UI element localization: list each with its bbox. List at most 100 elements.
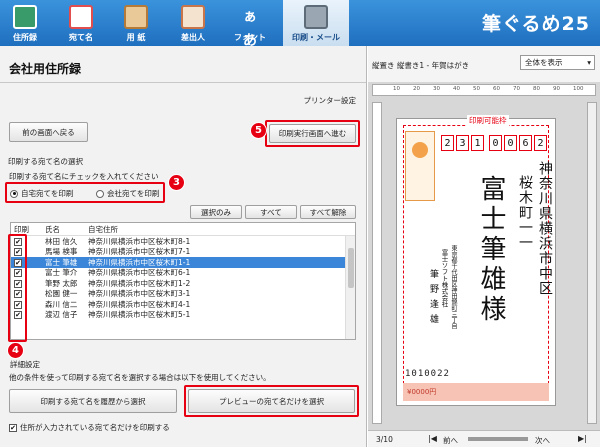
- ruler-mark: 100: [573, 86, 584, 92]
- toolbar-label: 差出人: [181, 33, 205, 42]
- zoom-value: 全体を表示: [525, 58, 563, 67]
- only-with-address-checkbox[interactable]: ✔ 住所が入力されている宛て名だけを印刷する: [9, 422, 170, 433]
- sender-name: 筆野逢雄: [428, 269, 438, 329]
- printable-area-label: 印刷可能枠: [467, 115, 509, 126]
- preview-pager: 3/10 |◀ 前へ 次へ ▶|: [368, 430, 600, 447]
- zip-digit: 1: [471, 135, 484, 151]
- radio-company-address[interactable]: 会社宛てを印刷: [96, 188, 159, 199]
- sender-address: 東京都千代田区神田錦町三丁目: [450, 245, 457, 329]
- radio-label: 自宅宛てを印刷: [21, 189, 74, 198]
- toolbar-recipient[interactable]: 宛て名: [58, 0, 104, 46]
- step-badge-4: 4: [7, 342, 24, 359]
- highlight-frame: [8, 234, 27, 342]
- address-list: 印刷 氏名 自宅住所 ✔ 林田 信久 神奈川県横浜市中区桜木町8-1 ✔ 馬場 検事神…: [10, 222, 356, 340]
- sender-card-icon: [181, 5, 205, 29]
- paper-layout-label: 縦置き 縦書き1 - 年賀はがき: [372, 61, 470, 70]
- table-row[interactable]: ✔ 筆野 太郎 神奈川県横浜市中区桜木町1-2: [11, 278, 355, 289]
- ruler-mark: 40: [453, 86, 460, 92]
- table-row[interactable]: ✔ 林田 信久 神奈川県横浜市中区桜木町8-1: [11, 236, 355, 247]
- row-name: 渡辺 信子: [45, 310, 78, 320]
- font-icon: ぁあ: [243, 9, 257, 49]
- checkbox-label: 住所が入力されている宛て名だけを印刷する: [20, 423, 170, 432]
- column-header-print[interactable]: 印刷: [11, 224, 45, 235]
- radio-label: 会社宛てを印刷: [107, 189, 160, 198]
- kagami-mochi-icon: [412, 142, 428, 158]
- divider: [0, 82, 366, 83]
- row-address: 神奈川県横浜市中区桜木町8-1: [88, 236, 191, 246]
- toolbar-sender[interactable]: 差出人: [170, 0, 216, 46]
- radio-empty-icon: [96, 189, 104, 198]
- paper-icon: [124, 5, 148, 29]
- step-badge-3: 3: [168, 174, 185, 191]
- radio-home-address[interactable]: 自宅宛てを印刷: [10, 188, 73, 199]
- ruler-mark: 10: [393, 86, 400, 92]
- toolbar-font[interactable]: ぁあ フォント: [227, 0, 273, 49]
- ruler-mark: 30: [433, 86, 440, 92]
- sender-zip: 1010022: [405, 369, 450, 379]
- printer-settings-link[interactable]: プリンター設定: [304, 95, 357, 106]
- recipient-address-line1: 神奈川県横浜市中区: [537, 161, 553, 296]
- zip-digit: 0: [489, 135, 502, 151]
- select-preview-address-button[interactable]: プレビューの宛て名だけを選択: [188, 389, 355, 413]
- table-row[interactable]: ✔ 馬場 検事 神奈川県横浜市中区桜木町7-1: [11, 247, 355, 258]
- section-label: 印刷する宛て名の選択: [8, 157, 83, 166]
- recipient-zip: 2 3 1 0 0 6 2: [441, 135, 547, 151]
- select-only-button[interactable]: 選択のみ: [190, 205, 242, 219]
- scrollbar-thumb[interactable]: [348, 248, 354, 288]
- table-row[interactable]: ✔ 松園 健一 神奈川県横浜市中区桜木町3-1: [11, 289, 355, 300]
- zip-digit: 2: [534, 135, 547, 151]
- row-address: 神奈川県横浜市中区桜木町5-1: [88, 310, 191, 320]
- recipient-address-line2: 桜木町一一: [517, 175, 533, 250]
- prev-page-button[interactable]: 前へ: [443, 435, 458, 446]
- ruler-mark: 20: [413, 86, 420, 92]
- column-header-address[interactable]: 自宅住所: [88, 224, 355, 235]
- printer-icon: [304, 5, 328, 29]
- select-all-button[interactable]: すべて: [245, 205, 297, 219]
- row-address: 神奈川県横浜市中区桜木町1-2: [88, 278, 191, 288]
- list-header: 印刷 氏名 自宅住所: [11, 223, 355, 236]
- table-row-selected[interactable]: ✔ 富士 筆雄 神奈川県横浜市中区桜木町1-1: [11, 257, 355, 268]
- new-year-stamp-illustration: [405, 131, 435, 201]
- main-toolbar: 住所録 宛て名 用 紙 差出人 ぁあ フォント 印刷・メール 筆ぐるめ25: [0, 0, 600, 49]
- select-from-history-button[interactable]: 印刷する宛て名を履歴から選択: [9, 389, 177, 413]
- lottery-band: ¥0000円: [403, 383, 549, 401]
- row-address: 神奈川県横浜市中区桜木町3-1: [88, 289, 191, 299]
- table-row[interactable]: ✔ 渡辺 信子 神奈川県横浜市中区桜木町5-1: [11, 310, 355, 321]
- address-book-icon: [13, 5, 37, 29]
- row-address: 神奈川県横浜市中区桜木町6-1: [88, 268, 191, 278]
- clear-all-button[interactable]: すべて解除: [300, 205, 356, 219]
- zip-digit: 6: [519, 135, 532, 151]
- zip-digit: 3: [456, 135, 469, 151]
- last-page-icon[interactable]: ▶|: [578, 434, 587, 443]
- zoom-select[interactable]: 全体を表示 ▾: [520, 55, 595, 70]
- recipient-name: 富士筆雄様: [476, 175, 506, 325]
- page-slider[interactable]: [468, 437, 528, 441]
- row-name: 松園 健一: [45, 289, 78, 299]
- proceed-print-button[interactable]: 印刷実行画面へ進む: [269, 124, 356, 143]
- detail-settings-label: 詳細設定: [10, 360, 40, 369]
- row-address: 神奈川県横浜市中区桜木町4-1: [88, 299, 191, 309]
- row-name: 富士 筆雄: [45, 257, 78, 267]
- row-name: 富士 筆介: [45, 268, 78, 278]
- preview-scrollbar[interactable]: [587, 102, 597, 424]
- chevron-down-icon: ▾: [587, 58, 591, 67]
- ruler-mark: 80: [533, 86, 540, 92]
- column-header-name[interactable]: 氏名: [45, 224, 88, 235]
- toolbar-label: 住所録: [13, 33, 37, 42]
- toolbar-label: 宛て名: [69, 33, 93, 42]
- list-scrollbar[interactable]: [345, 236, 355, 339]
- sender-company: 富士ソフト株式会社: [440, 249, 448, 308]
- page-title: 会社用住所録: [9, 62, 82, 76]
- next-page-button[interactable]: 次へ: [535, 435, 550, 446]
- detail-hint: 他の条件を使って印刷する宛て名を選択する場合は以下を使用してください。: [9, 373, 271, 382]
- first-page-icon[interactable]: |◀: [428, 434, 437, 443]
- toolbar-address-book[interactable]: 住所録: [2, 0, 48, 46]
- toolbar-print-mail[interactable]: 印刷・メール: [283, 0, 349, 46]
- row-name: 森川 信二: [45, 299, 78, 309]
- horizontal-ruler: 10 20 30 40 50 60 70 80 90 100: [372, 84, 596, 96]
- toolbar-paper[interactable]: 用 紙: [113, 0, 159, 46]
- back-button[interactable]: 前の画面へ戻る: [9, 122, 88, 142]
- table-row[interactable]: ✔ 森川 信二 神奈川県横浜市中区桜木町4-1: [11, 299, 355, 310]
- table-row[interactable]: ✔ 富士 筆介 神奈川県横浜市中区桜木町6-1: [11, 268, 355, 279]
- ruler-mark: 70: [513, 86, 520, 92]
